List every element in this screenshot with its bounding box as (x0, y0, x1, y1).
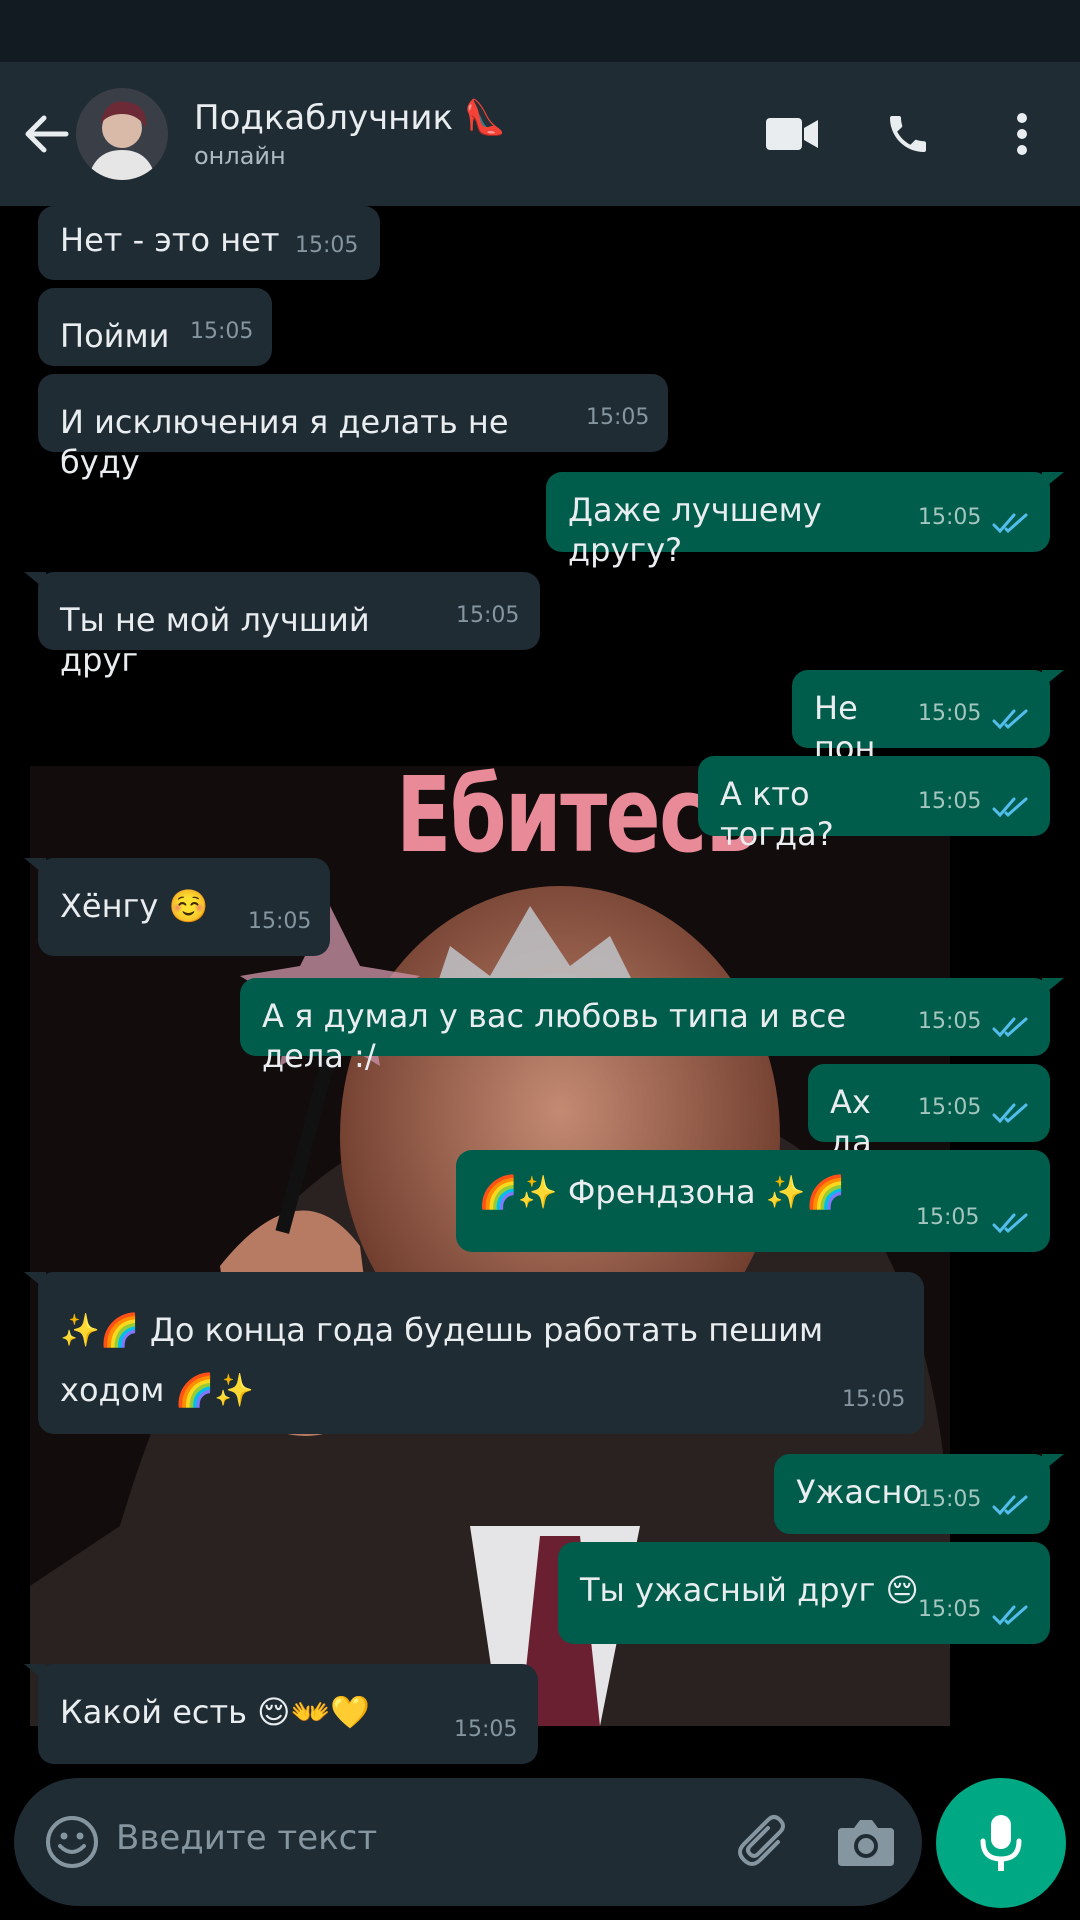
message-text: Ужасно (796, 1473, 923, 1511)
message-time: 15:05 (916, 1205, 980, 1230)
voice-call-button[interactable] (876, 102, 940, 166)
bubble-tail (1042, 472, 1064, 490)
message-time: 15:05 (918, 1597, 982, 1622)
double-check-icon (992, 1495, 1028, 1516)
outgoing-message[interactable]: Ты ужасный друг 😔 15:05 (558, 1542, 1050, 1644)
double-check-icon (992, 1017, 1028, 1038)
more-options-button[interactable] (990, 102, 1054, 166)
double-check-icon (992, 709, 1028, 730)
incoming-message[interactable]: Ты не мой лучший друг 15:05 (24, 572, 540, 679)
message-time: 15:05 (918, 1487, 982, 1512)
outgoing-message[interactable]: Даже лучшему другу? 15:05 (546, 472, 1064, 569)
outgoing-message[interactable]: 🌈✨ Френдзона ✨🌈 15:05 (456, 1150, 1050, 1252)
incoming-message[interactable]: И исключения я делать не буду 15:05 (38, 374, 668, 481)
mic-icon (980, 1815, 1022, 1871)
bubble-tail (24, 1272, 46, 1290)
double-check-icon (992, 1103, 1028, 1124)
status-bar (0, 0, 1080, 62)
attach-icon[interactable] (734, 1812, 794, 1872)
heel-emoji: 👠 (463, 98, 507, 138)
video-call-button[interactable] (760, 102, 824, 166)
incoming-message[interactable]: Пойми 15:05 (38, 288, 272, 366)
message-time: 15:05 (586, 405, 650, 430)
message-text: Нет - это нет (60, 221, 280, 259)
message-input[interactable]: Введите текст (116, 1818, 377, 1858)
emoji-icon[interactable] (44, 1814, 100, 1870)
message-text: Даже лучшему другу? (568, 491, 822, 569)
message-composer[interactable]: Введите текст (14, 1778, 922, 1906)
incoming-message[interactable]: Нет - это нет 15:05 (38, 206, 380, 280)
bubble-tail (1042, 1454, 1064, 1472)
back-arrow-icon (25, 115, 69, 153)
outgoing-message[interactable]: Не пон 15:05 (792, 670, 1064, 767)
message-text: ✨🌈 До конца года будешь работать пешим х… (60, 1311, 824, 1409)
double-check-icon (992, 797, 1028, 818)
message-time: 15:05 (918, 701, 982, 726)
outgoing-message[interactable]: Ужасно 15:05 (774, 1454, 1064, 1534)
message-time: 15:05 (918, 1095, 982, 1120)
message-time: 15:05 (918, 789, 982, 814)
message-text: Какой есть 😌👐💛 (60, 1693, 371, 1731)
message-time: 15:05 (918, 505, 982, 530)
back-button[interactable] (18, 106, 74, 162)
bubble-tail (24, 1664, 46, 1682)
chat-header: Подкаблучник 👠 онлайн (0, 62, 1080, 206)
double-check-icon (992, 1605, 1028, 1626)
bubble-tail (1042, 978, 1064, 996)
contact-name[interactable]: Подкаблучник 👠 (194, 98, 506, 138)
video-call-icon (766, 118, 818, 150)
outgoing-message[interactable]: Ах да 15:05 (808, 1064, 1050, 1161)
message-time: 15:05 (295, 233, 359, 258)
outgoing-message[interactable]: А кто тогда? 15:05 (698, 756, 1050, 853)
bubble-tail (1042, 670, 1064, 688)
phone-icon (890, 116, 926, 152)
message-text: Ты не мой лучший друг (60, 601, 370, 679)
double-check-icon (992, 1213, 1028, 1234)
bubble-tail (24, 858, 46, 876)
double-check-icon (992, 513, 1028, 534)
message-time: 15:05 (190, 319, 254, 344)
incoming-message[interactable]: Хёнгу ☺️ 15:05 (24, 858, 330, 956)
message-text: Пойми (60, 317, 170, 355)
avatar[interactable] (76, 88, 168, 180)
message-time: 15:05 (454, 1717, 518, 1742)
message-time: 15:05 (456, 603, 520, 628)
message-text: И исключения я делать не буду (60, 403, 509, 481)
outgoing-message[interactable]: А я думал у вас любовь типа и все дела :… (240, 978, 1064, 1075)
more-vert-icon (1017, 113, 1027, 155)
message-text: Ты ужасный друг 😔 (580, 1571, 919, 1609)
message-time: 15:05 (248, 909, 312, 934)
message-text: А кто тогда? (720, 775, 834, 853)
incoming-message[interactable]: ✨🌈 До конца года будешь работать пешим х… (24, 1272, 924, 1434)
message-text: Хёнгу ☺️ (60, 887, 209, 925)
message-text: 🌈✨ Френдзона ✨🌈 (478, 1173, 846, 1211)
bubble-tail (24, 572, 46, 590)
contact-status: онлайн (194, 142, 286, 170)
message-time: 15:05 (918, 1009, 982, 1034)
message-time: 15:05 (842, 1387, 906, 1412)
camera-icon[interactable] (836, 1816, 896, 1868)
incoming-message[interactable]: Какой есть 😌👐💛 15:05 (24, 1664, 538, 1764)
voice-record-button[interactable] (936, 1778, 1066, 1908)
